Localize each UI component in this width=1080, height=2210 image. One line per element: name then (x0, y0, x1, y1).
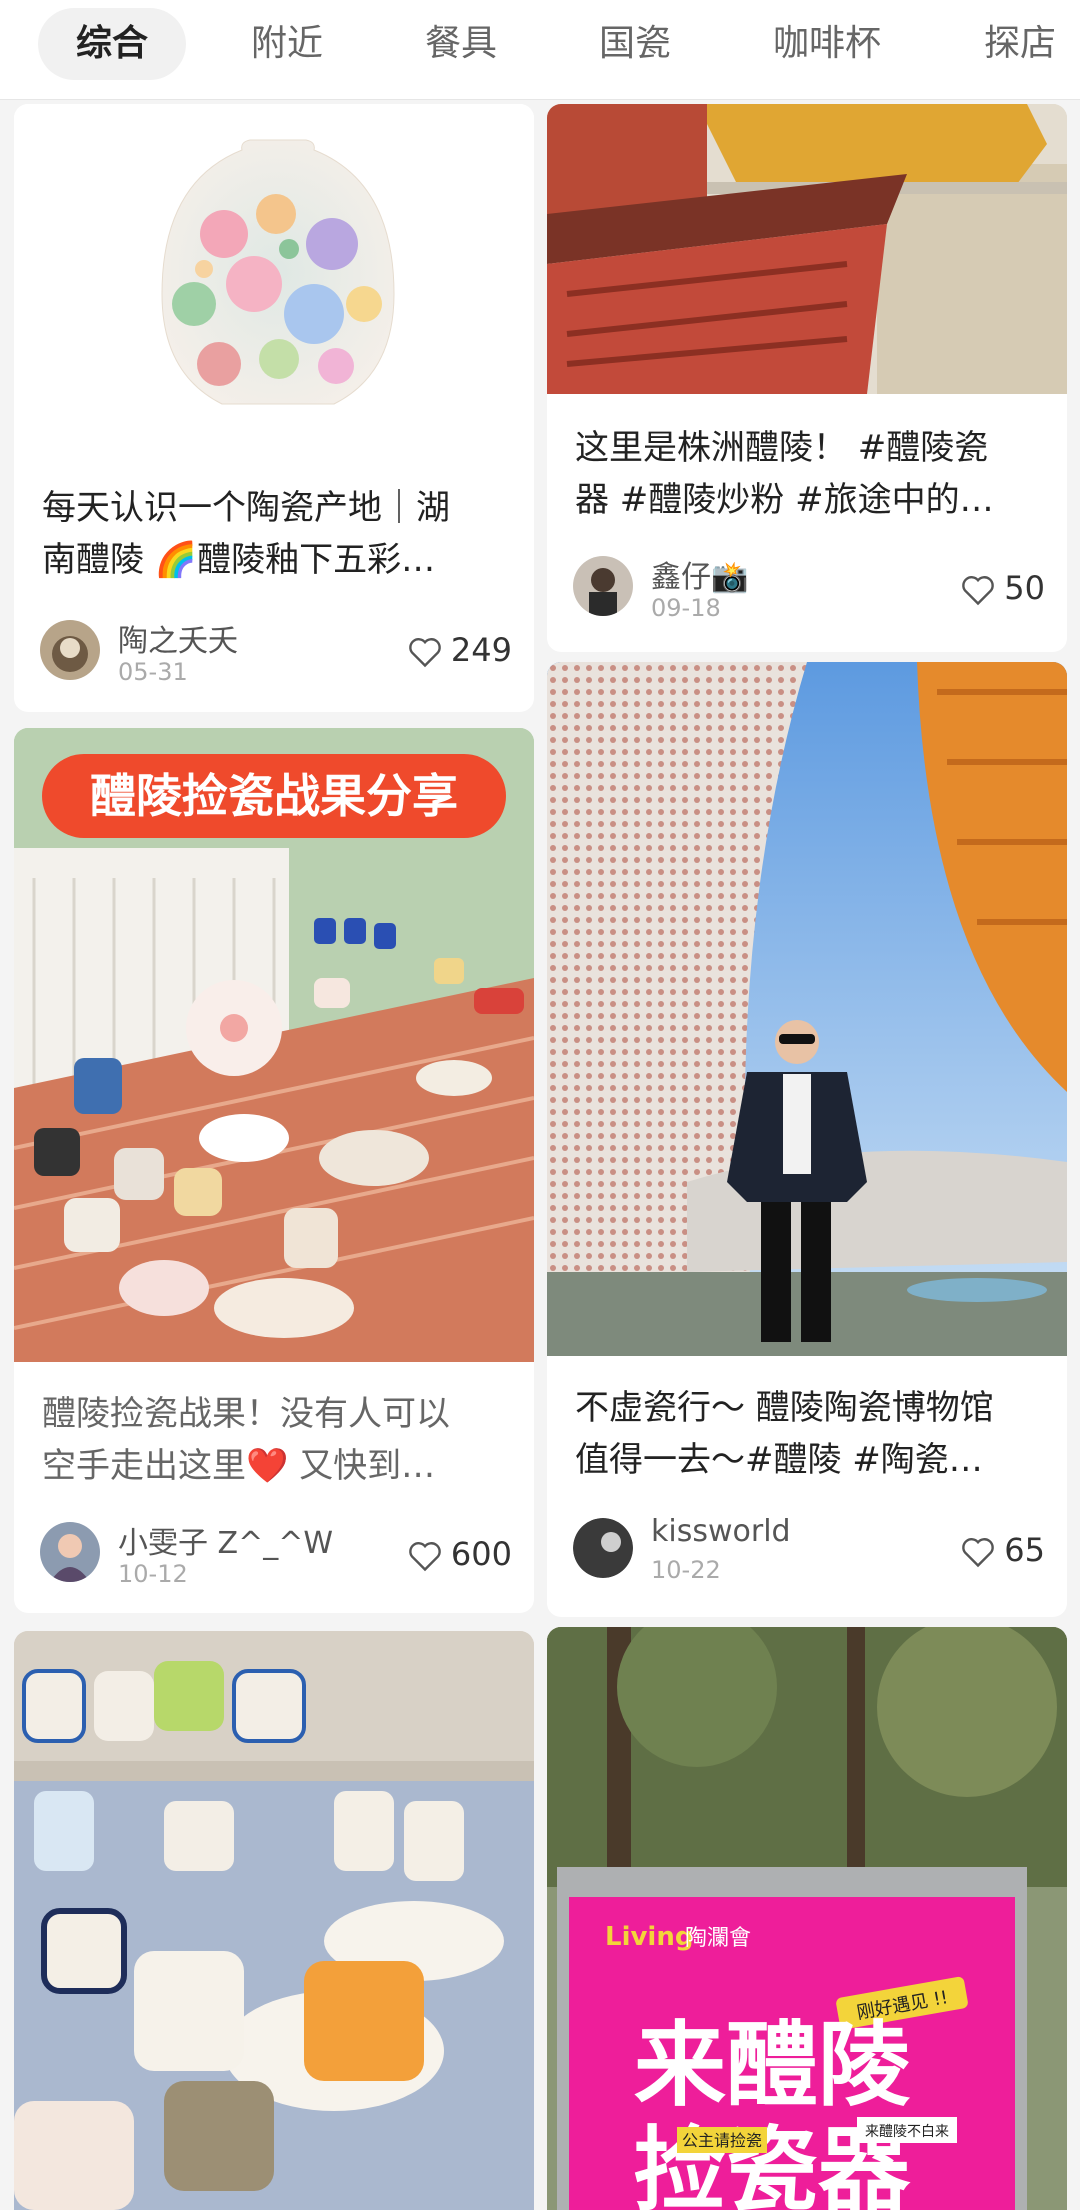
avatar[interactable] (573, 1518, 633, 1578)
tab-tableware[interactable]: 餐具 (400, 8, 522, 80)
post-caption: 醴陵捡瓷战果！没有人可以 空手走出这里❤️ 又快到… (42, 1394, 450, 1486)
post-image-cups[interactable] (14, 1631, 534, 2210)
category-tab-bar: 综合 附近 餐具 国瓷 咖啡杯 探店 (0, 0, 1080, 100)
avatar[interactable] (573, 556, 633, 616)
svg-text:Living: Living (605, 1922, 693, 1952)
author-name[interactable]: 陶之夭夭 (118, 616, 238, 660)
post-caption: 每天认识一个陶瓷产地｜湖 南醴陵 🌈醴陵釉下五彩… (42, 488, 450, 580)
post-date: 05-31 (118, 658, 188, 686)
like-button[interactable]: 50 (960, 568, 1045, 608)
heart-icon (962, 1538, 995, 1568)
avatar[interactable] (40, 620, 100, 680)
sign-title-line1: 来醴陵 (634, 2012, 911, 2119)
like-button[interactable]: 600 (407, 1534, 512, 1574)
post-image-vase[interactable] (14, 104, 534, 454)
tab-nearby[interactable]: 附近 (226, 8, 348, 80)
post-card[interactable]: 这里是株洲醴陵！ #醴陵瓷 器 #醴陵炒粉 #旅途中的… 鑫仔📸 09-18 5… (547, 104, 1067, 652)
author-name[interactable]: 鑫仔📸 (651, 552, 748, 596)
like-count: 65 (1004, 1531, 1045, 1569)
post-image-sign[interactable]: Living 陶瀾會 刚好遇见 !! 来醴陵 捡瓷器 公主请捡瓷 来醴陵不白来 (547, 1627, 1067, 2210)
post-image-building[interactable] (547, 104, 1067, 394)
like-count: 249 (450, 631, 512, 669)
post-card[interactable]: 不虚瓷行～ 醴陵陶瓷博物馆 值得一去～#醴陵 #陶瓷… kissworld 10… (547, 662, 1067, 1617)
post-card[interactable]: Living 陶瀾會 刚好遇见 !! 来醴陵 捡瓷器 公主请捡瓷 来醴陵不白来 (547, 1627, 1067, 2210)
tab-national-porcelain[interactable]: 国瓷 (574, 8, 696, 80)
image-banner-text: 醴陵捡瓷战果分享 (90, 769, 458, 823)
author-name[interactable]: kissworld (651, 1514, 791, 1549)
heart-icon (962, 576, 995, 606)
post-image-ceramics-haul[interactable]: 醴陵捡瓷战果分享 (14, 728, 534, 1362)
like-count: 600 (450, 1535, 512, 1573)
post-image-museum[interactable] (547, 662, 1067, 1356)
post-date: 10-12 (118, 1560, 188, 1588)
tab-comprehensive[interactable]: 综合 (38, 8, 186, 80)
post-caption: 这里是株洲醴陵！ #醴陵瓷 器 #醴陵炒粉 #旅途中的… (575, 428, 994, 520)
heart-icon (409, 638, 441, 668)
post-card[interactable]: 醴陵捡瓷战果分享 醴陵捡瓷战果！没有人可以 空手走出这里❤️ 又快到… 小雯子 … (14, 728, 534, 1613)
post-date: 09-18 (651, 594, 721, 622)
avatar[interactable] (40, 1522, 100, 1582)
tab-coffee-cup[interactable]: 咖啡杯 (752, 8, 902, 80)
sign-brand: 陶瀾會 (685, 1926, 751, 1951)
author-name[interactable]: 小雯子 Z^_^W (118, 1518, 333, 1562)
tab-shop-visit[interactable]: 探店 (960, 8, 1080, 80)
heart-icon (409, 1542, 441, 1572)
sign-small-1: 公主请捡瓷 (682, 2131, 762, 2150)
post-card[interactable]: 每天认识一个陶瓷产地｜湖 南醴陵 🌈醴陵釉下五彩… 陶之夭夭 05-31 249 (14, 104, 534, 712)
post-caption: 不虚瓷行～ 醴陵陶瓷博物馆 值得一去～#醴陵 #陶瓷… (575, 1388, 994, 1480)
like-count: 50 (1004, 569, 1045, 607)
sign-small-2: 来醴陵不白来 (865, 2124, 949, 2140)
like-button[interactable]: 249 (407, 630, 512, 670)
post-card[interactable] (14, 1631, 534, 2210)
like-button[interactable]: 65 (960, 1530, 1045, 1570)
post-date: 10-22 (651, 1556, 721, 1584)
